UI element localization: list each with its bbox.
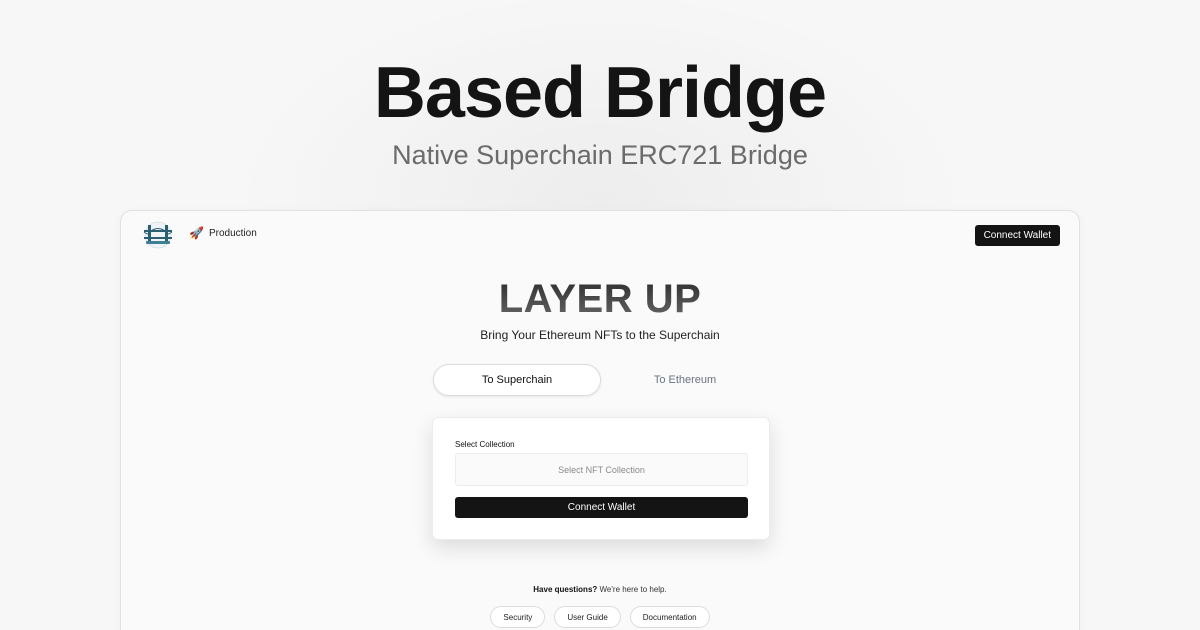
page: Based Bridge Native Superchain ERC721 Br… (0, 0, 1200, 630)
environment-badge[interactable]: 🚀 Production (189, 227, 257, 239)
rocket-icon: 🚀 (189, 226, 204, 240)
hero-title: Based Bridge (373, 53, 827, 133)
help-links: Security User Guide Documentation (121, 606, 1079, 628)
user-guide-link[interactable]: User Guide (554, 606, 621, 628)
help-question: Have questions? (533, 585, 598, 594)
environment-label: Production (208, 227, 257, 239)
tab-to-superchain[interactable]: To Superchain (433, 364, 601, 396)
help-text: Have questions? We're here to help. (121, 585, 1079, 594)
app-header: 🚀 Production Connect Wallet (121, 211, 1079, 259)
card-connect-wallet-button[interactable]: Connect Wallet (455, 497, 748, 518)
main-title: LAYER UP (121, 277, 1079, 322)
app-window: 🚀 Production Connect Wallet LAYER UP Bri… (120, 210, 1080, 630)
tab-to-ethereum[interactable]: To Ethereum (601, 364, 769, 396)
bridge-card: Select Collection Select NFT Collection … (432, 417, 770, 540)
hero-subtitle: Native Superchain ERC721 Bridge (392, 140, 808, 170)
main-subtitle: Bring Your Ethereum NFTs to the Supercha… (480, 328, 720, 342)
header-connect-wallet-button[interactable]: Connect Wallet (974, 225, 1060, 246)
documentation-link[interactable]: Documentation (629, 606, 710, 628)
help-tagline: We're here to help. (599, 585, 667, 594)
security-link[interactable]: Security (490, 606, 546, 628)
bridge-logo-icon[interactable] (141, 221, 175, 249)
collection-select[interactable]: Select NFT Collection (455, 453, 748, 486)
select-collection-label: Select Collection (455, 440, 515, 449)
direction-tabs: To Superchain To Ethereum (433, 364, 769, 396)
